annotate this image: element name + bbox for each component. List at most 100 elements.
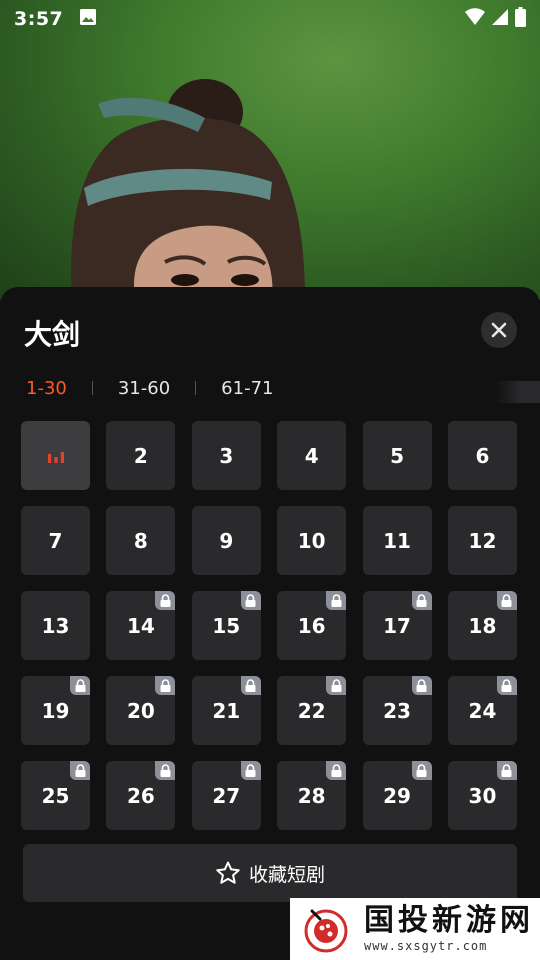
episode-tile-13[interactable]: 13: [21, 591, 90, 660]
episode-tile-18[interactable]: 18: [447, 591, 517, 660]
star-icon: [216, 861, 240, 884]
lock-icon: [70, 676, 90, 695]
episode-number: 19: [41, 698, 70, 723]
status-bar: 3:57: [0, 0, 540, 38]
now-playing-icon: [47, 444, 65, 468]
lock-icon: [70, 761, 90, 780]
episode-tile-26[interactable]: 26: [106, 761, 176, 830]
episode-tile-10[interactable]: 10: [277, 506, 347, 575]
episode-tile-20[interactable]: 20: [106, 676, 176, 745]
episode-number: 11: [383, 528, 411, 553]
episode-tile-11[interactable]: 11: [362, 506, 432, 575]
video-backdrop: [0, 0, 540, 300]
episode-number: 29: [383, 783, 411, 808]
episode-number: 25: [41, 783, 70, 808]
episode-number: 21: [212, 698, 241, 723]
episode-tile-25[interactable]: 25: [21, 761, 90, 830]
lock-icon: [155, 676, 176, 695]
lock-icon: [411, 761, 432, 780]
episode-tile-30[interactable]: 30: [447, 761, 517, 830]
episode-number: 2: [133, 443, 148, 468]
tab-divider: [195, 381, 197, 395]
lock-icon: [496, 761, 517, 780]
episode-number: 27: [212, 783, 241, 808]
lock-icon: [496, 676, 517, 695]
drama-still-image: [71, 79, 305, 300]
episode-tile-15[interactable]: 15: [191, 591, 261, 660]
episode-tile-17[interactable]: 17: [362, 591, 432, 660]
episode-number: 16: [297, 613, 326, 638]
episode-number: 3: [219, 443, 234, 468]
episode-tile-22[interactable]: 22: [277, 676, 347, 745]
episode-range-tabs: 1-30 31-60 61-71: [26, 377, 273, 399]
ladybug-logo-icon: [304, 909, 348, 953]
lock-icon: [326, 761, 347, 780]
episode-tile-12[interactable]: 12: [447, 506, 517, 575]
episode-number: 8: [133, 528, 148, 553]
episode-tile-7[interactable]: 7: [21, 506, 90, 575]
episode-number: 5: [390, 443, 405, 468]
episode-number: 15: [212, 613, 241, 638]
site-watermark: 国投新游网 www.sxsgytr.com: [290, 898, 540, 960]
status-time: 3:57: [14, 8, 64, 30]
episode-number: 23: [383, 698, 411, 723]
lock-icon: [240, 591, 261, 610]
episode-number: 22: [297, 698, 326, 723]
episode-tile-29[interactable]: 29: [362, 761, 432, 830]
episode-tile-23[interactable]: 23: [362, 676, 432, 745]
lock-icon: [240, 676, 261, 695]
tab-divider: [91, 381, 93, 395]
episode-tile-3[interactable]: 3: [191, 421, 261, 490]
wifi-icon: [465, 8, 485, 30]
favorite-label: 收藏短剧: [248, 863, 325, 886]
lock-icon: [326, 676, 347, 695]
episode-number: 26: [126, 783, 155, 808]
episode-tile-9[interactable]: 9: [191, 506, 261, 575]
lock-icon: [155, 761, 176, 780]
close-button[interactable]: [481, 312, 517, 348]
tab-1-30[interactable]: 1-30: [26, 378, 67, 399]
episode-number: 10: [297, 528, 326, 553]
tab-31-60[interactable]: 31-60: [118, 378, 170, 399]
episode-number: 13: [41, 613, 70, 638]
episode-tile-28[interactable]: 28: [277, 761, 347, 830]
episode-tile-6[interactable]: 6: [447, 421, 517, 490]
lock-icon: [240, 761, 261, 780]
episode-tile-27[interactable]: 27: [191, 761, 261, 830]
episode-tile-14[interactable]: 14: [106, 591, 176, 660]
episode-tile-16[interactable]: 16: [277, 591, 347, 660]
lock-icon: [411, 676, 432, 695]
episode-number: 4: [304, 443, 319, 468]
episode-number: 20: [126, 698, 155, 723]
episode-number: 18: [468, 613, 497, 638]
tab-61-71[interactable]: 61-71: [221, 378, 273, 399]
lock-icon: [411, 591, 432, 610]
episode-tile-1[interactable]: [21, 421, 90, 490]
image-icon: [79, 8, 97, 30]
episode-tile-5[interactable]: 5: [362, 421, 432, 490]
lock-icon: [326, 591, 347, 610]
episode-number: 9: [219, 528, 234, 553]
lock-icon: [496, 591, 517, 610]
episode-number: 6: [475, 443, 490, 468]
battery-icon: [515, 7, 526, 31]
lock-icon: [155, 591, 176, 610]
episode-tile-4[interactable]: 4: [277, 421, 347, 490]
episode-tile-21[interactable]: 21: [191, 676, 261, 745]
episode-tile-19[interactable]: 19: [21, 676, 90, 745]
episode-tile-2[interactable]: 2: [106, 421, 176, 490]
episode-number: 17: [383, 613, 411, 638]
episode-tile-24[interactable]: 24: [447, 676, 517, 745]
episode-tile-8[interactable]: 8: [106, 506, 176, 575]
favorite-button[interactable]: 收藏短剧: [23, 844, 517, 902]
episode-number: 7: [48, 528, 63, 553]
episode-grid: 2 3 4 5 6 7 8 9 10 11 12 13 14 15 16 17 18 19 20 21 22 23 24 25…: [21, 421, 517, 830]
signal-icon: [491, 8, 509, 30]
episode-number: 24: [468, 698, 497, 723]
drama-title: 大剑: [24, 318, 81, 351]
episode-sheet: 大剑 1-30 31-60 61-71 2 3 4 5 6 7 8 9 10 11 12 13 14 15…: [0, 287, 540, 960]
watermark-title: 国投新游网: [364, 903, 534, 938]
close-icon: [491, 322, 507, 338]
episode-number: 30: [468, 783, 497, 808]
tab-scroll-fade: [495, 381, 540, 403]
